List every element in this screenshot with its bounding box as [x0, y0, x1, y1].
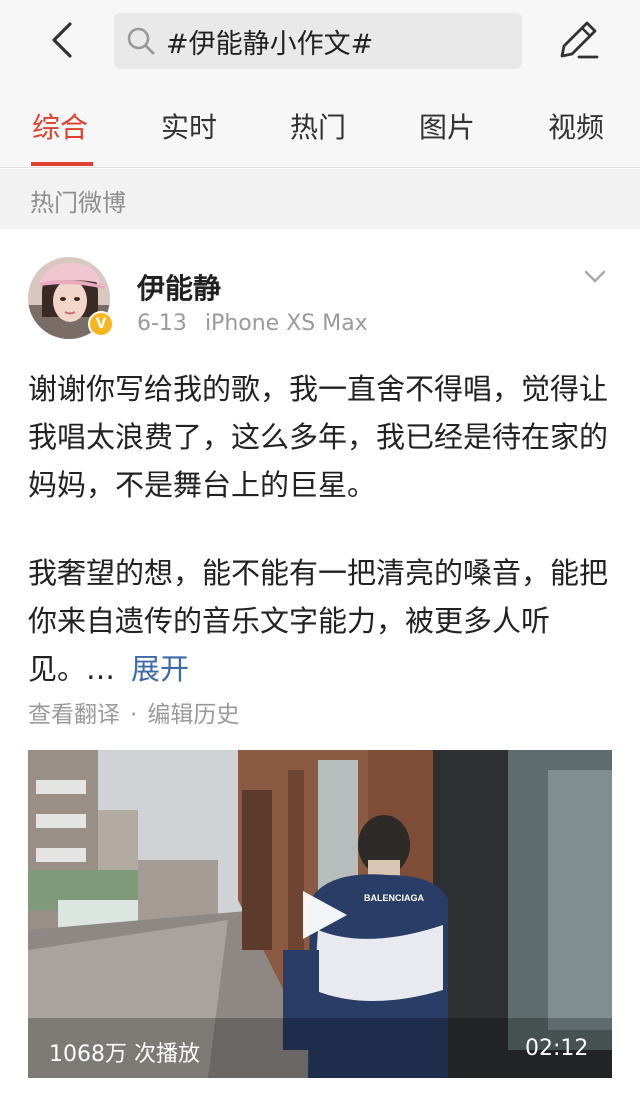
post-text-paragraph-2: 我奢望的想，能不能有一把清亮的嗓音，能把你来自遗传的音乐文字能力，被更多人听见。… [28, 549, 616, 693]
post-actions-row: 查看翻译 · 编辑历史 [28, 695, 239, 729]
search-box[interactable]: #伊能静小作文# [114, 13, 522, 69]
search-icon [126, 26, 156, 56]
active-tab-indicator [31, 162, 93, 166]
edit-history-link[interactable]: 编辑历史 [147, 702, 239, 728]
top-bar: #伊能静小作文# [0, 0, 640, 96]
chevron-down-icon[interactable] [580, 265, 610, 289]
video-duration: 02:12 [525, 1036, 589, 1061]
video-player[interactable]: BALENCIAGA 1068万 次播放 02:12 [28, 750, 612, 1078]
back-button[interactable] [44, 18, 80, 62]
video-view-count: 1068万 次播放 [49, 1042, 200, 1067]
verified-badge: V [88, 311, 114, 337]
search-tabs: 综合 实时 热门 图片 视频 [0, 96, 640, 168]
translate-link[interactable]: 查看翻译 [28, 702, 120, 728]
tab-images[interactable]: 图片 [419, 106, 475, 146]
edit-icon [560, 21, 599, 59]
weibo-post: V 伊能静 6-13 iPhone XS Max 谢谢你写给我的歌，我一直舍不得唱… [0, 229, 640, 1093]
post-date: 6-13 [137, 311, 187, 336]
section-header: 热门微博 [0, 169, 640, 229]
separator-dot: · [130, 702, 138, 728]
compose-button[interactable] [556, 16, 602, 62]
play-icon[interactable] [291, 885, 351, 945]
tab-videos[interactable]: 视频 [548, 106, 604, 146]
tab-realtime[interactable]: 实时 [161, 106, 217, 146]
search-query[interactable]: #伊能静小作文# [166, 22, 373, 61]
author-name[interactable]: 伊能静 [137, 267, 221, 307]
post-meta: 6-13 iPhone XS Max [137, 311, 368, 336]
jacket-text: BALENCIAGA [364, 893, 424, 903]
post-text-body: 我奢望的想，能不能有一把清亮的嗓音，能把你来自遗传的音乐文字能力，被更多人听见。… [28, 556, 609, 686]
tab-comprehensive[interactable]: 综合 [32, 106, 88, 146]
post-text-paragraph-1: 谢谢你写给我的歌，我一直舍不得唱，觉得让我唱太浪费了，这么多年，我已经是待在家的… [28, 372, 609, 502]
back-arrow-icon [52, 22, 72, 58]
post-device: iPhone XS Max [204, 311, 368, 336]
section-title: 热门微博 [30, 189, 126, 217]
tab-hot[interactable]: 热门 [290, 106, 346, 146]
expand-link[interactable]: 展开 [131, 652, 189, 686]
